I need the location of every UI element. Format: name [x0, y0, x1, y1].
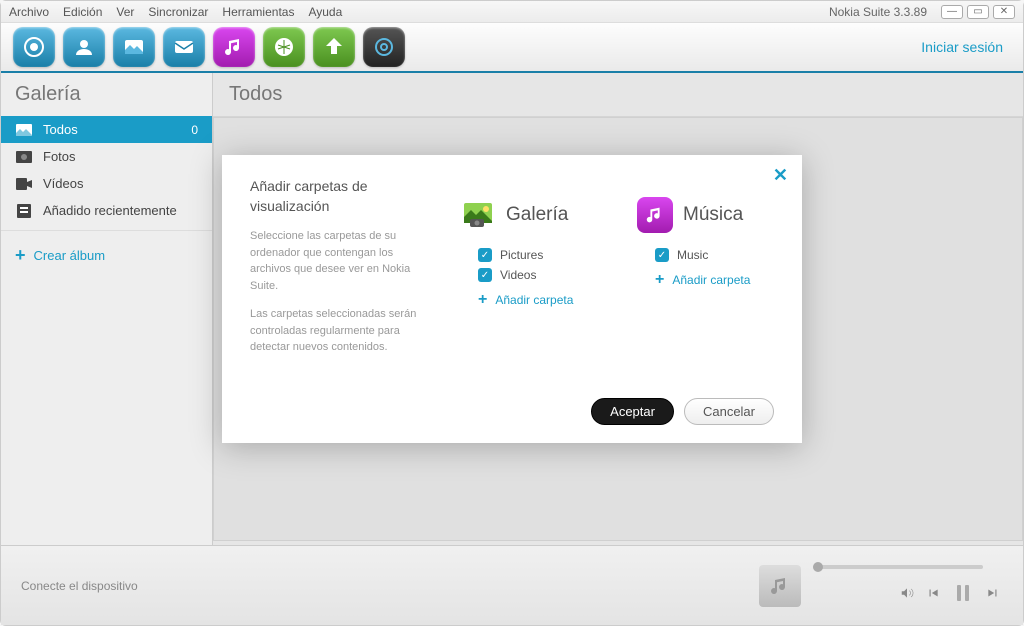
- cancel-button[interactable]: Cancelar: [684, 398, 774, 425]
- checkbox-checked-icon: ✓: [478, 268, 492, 282]
- dialog-title: Añadir carpetas de visualización: [250, 177, 430, 216]
- checkbox-checked-icon: ✓: [655, 248, 669, 262]
- accept-button[interactable]: Aceptar: [591, 398, 674, 425]
- music-section-title: Música: [683, 204, 743, 226]
- plus-icon: +: [478, 291, 487, 309]
- dialog-close-icon[interactable]: ✕: [773, 165, 788, 186]
- dialog-desc-1: Seleccione las carpetas de su ordenador …: [250, 228, 430, 294]
- folder-checkbox-pictures[interactable]: ✓Pictures: [460, 245, 597, 265]
- folder-checkbox-music[interactable]: ✓Music: [637, 245, 774, 265]
- folder-checkbox-videos[interactable]: ✓Videos: [460, 265, 597, 285]
- gallery-section-title: Galería: [506, 204, 568, 226]
- dialog-desc-2: Las carpetas seleccionadas serán control…: [250, 306, 430, 356]
- add-folders-dialog: ✕ Añadir carpetas de visualización Selec…: [222, 155, 802, 443]
- gallery-section-icon: [460, 197, 496, 233]
- plus-icon: +: [655, 271, 664, 289]
- gallery-section: Galería ✓Pictures ✓Videos +Añadir carpet…: [460, 197, 597, 368]
- add-music-folder-button[interactable]: +Añadir carpeta: [637, 265, 774, 292]
- music-section-icon: [637, 197, 673, 233]
- checkbox-checked-icon: ✓: [478, 248, 492, 262]
- music-section: Música ✓Music +Añadir carpeta: [637, 197, 774, 368]
- add-gallery-folder-button[interactable]: +Añadir carpeta: [460, 285, 597, 312]
